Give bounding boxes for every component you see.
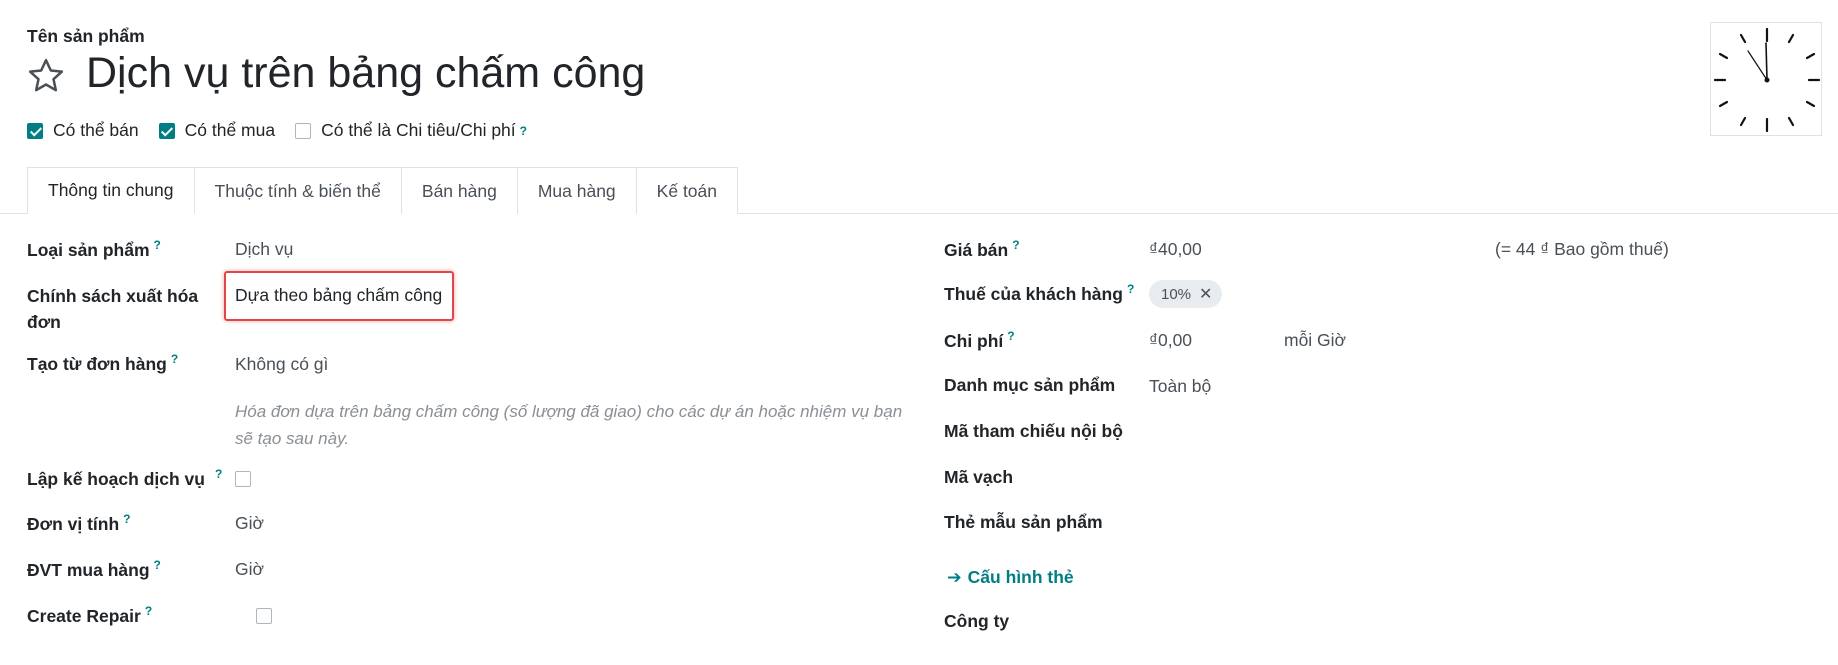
uom-label-text: Đơn vị tính [27,513,120,534]
uom-label: Đơn vị tính? [27,512,131,535]
purchase-uom-label: ĐVT mua hàng? [27,558,161,581]
can-be-expensed-checkbox[interactable] [295,122,312,139]
purchase-uom-value[interactable]: Giờ [235,559,264,580]
create-repair-label: Create Repair? [27,604,152,627]
sales-price-label: Giá bán? [944,238,1020,261]
plan-services-label: Lập kế hoạch dịch vụ? [27,467,222,490]
tax-included-price: (= 44 ₫ Bao gồm thuế) [1495,239,1669,259]
cost-label-text: Chi phí [944,330,1004,351]
help-icon[interactable]: ? [1007,329,1014,343]
cost-value[interactable]: ₫0,00 [1149,330,1192,351]
star-outline-icon[interactable] [26,56,66,96]
product-type-label-text: Loại sản phẩm [27,239,150,260]
close-icon[interactable]: ✕ [1199,284,1212,304]
help-icon[interactable]: ? [1012,238,1019,252]
create-repair-label-text: Create Repair [27,605,141,626]
internal-reference-label: Mã tham chiếu nội bộ [944,421,1123,441]
help-icon[interactable]: ? [520,124,527,138]
company-label: Công ty [944,611,1010,631]
product-type-label: Loại sản phẩm? [27,238,161,261]
help-icon[interactable]: ? [1127,282,1134,296]
tax-tag: 10% ✕ [1149,280,1223,308]
product-name-field-label: Tên sản phẩm [27,26,145,46]
create-from-order-label: Tạo từ đơn hàng? [27,352,178,375]
create-from-order-value[interactable]: Không có gì [235,354,328,375]
cost-label: Chi phí? [944,329,1015,352]
clock-icon [1711,27,1823,141]
can-be-expensed-label: Có thể là Chi tiêu/Chi phí [321,120,516,140]
barcode-input[interactable] [1149,462,1649,492]
tab-sales[interactable]: Bán hàng [400,167,518,214]
invoice-policy-help-note: Hóa đơn dựa trên bảng chấm công (số lượn… [235,398,902,452]
can-be-purchased-checkbox[interactable] [158,122,175,139]
help-icon[interactable]: ? [171,352,178,366]
product-category-value[interactable]: Toàn bộ [1149,376,1211,397]
invoice-policy-label-line2: đơn [27,312,61,332]
product-tags-input[interactable] [1149,507,1649,537]
configure-tags-link[interactable]: ➔ Cấu hình thẻ [947,567,1074,588]
invoice-policy-label-line1: Chính sách xuất hóa [27,286,199,306]
help-icon[interactable]: ? [154,238,161,252]
tax-tag-label: 10% [1161,285,1192,303]
sales-price-value[interactable]: ₫40,00 [1149,239,1202,260]
invoice-policy-label: Chính sách xuất hóa đơn [27,283,198,335]
customer-taxes-field[interactable]: 10% ✕ [1149,280,1223,308]
plan-services-label-text: Lập kế hoạch dịch vụ [27,468,205,489]
product-tags-label: Thẻ mẫu sản phẩm [944,512,1103,532]
notebook-tabs: Thông tin chung Thuộc tính & biến thể Bá… [27,167,738,214]
can-be-sold-checkbox[interactable] [27,122,43,139]
uom-value[interactable]: Giờ [235,513,264,534]
configure-tags-label: Cấu hình thẻ [967,567,1074,587]
plan-services-checkbox[interactable] [235,471,251,488]
tab-general-info[interactable]: Thông tin chung [27,167,195,214]
customer-taxes-label-text: Thuế của khách hàng [944,283,1123,304]
create-repair-checkbox[interactable] [256,608,273,625]
purchase-uom-label-text: ĐVT mua hàng [27,559,150,580]
sales-price-label-text: Giá bán [944,239,1009,260]
cost-per-unit: mỗi Giờ [1284,330,1347,350]
arrow-right-icon: ➔ [947,567,962,587]
tab-attributes-variants[interactable]: Thuộc tính & biến thể [193,167,402,214]
tab-accounting[interactable]: Kế toán [635,167,738,214]
internal-reference-input[interactable] [1149,416,1649,446]
note-line-1: Hóa đơn dựa trên bảng chấm công (số lượn… [235,402,903,421]
product-image[interactable] [1710,22,1822,136]
help-icon[interactable]: ? [123,512,130,526]
help-icon[interactable]: ? [215,467,222,481]
can-be-sold-label: Có thể bán [53,120,139,140]
tab-purchase[interactable]: Mua hàng [516,167,637,214]
customer-taxes-label: Thuế của khách hàng? [944,282,1134,305]
product-name-input[interactable]: Dịch vụ trên bảng chấm công [86,49,645,98]
barcode-label: Mã vạch [944,467,1014,487]
create-from-order-label-text: Tạo từ đơn hàng [27,353,167,374]
help-icon[interactable]: ? [145,604,152,618]
note-line-2: sẽ tạo sau này. [235,429,350,448]
can-be-purchased-label: Có thể mua [184,120,276,140]
product-type-value[interactable]: Dịch vụ [235,239,293,260]
product-category-label: Danh mục sản phẩm [944,375,1116,395]
invoice-policy-select[interactable]: Dựa theo bảng chấm công [235,285,442,306]
company-input[interactable] [1149,606,1649,636]
help-icon[interactable]: ? [154,558,161,572]
